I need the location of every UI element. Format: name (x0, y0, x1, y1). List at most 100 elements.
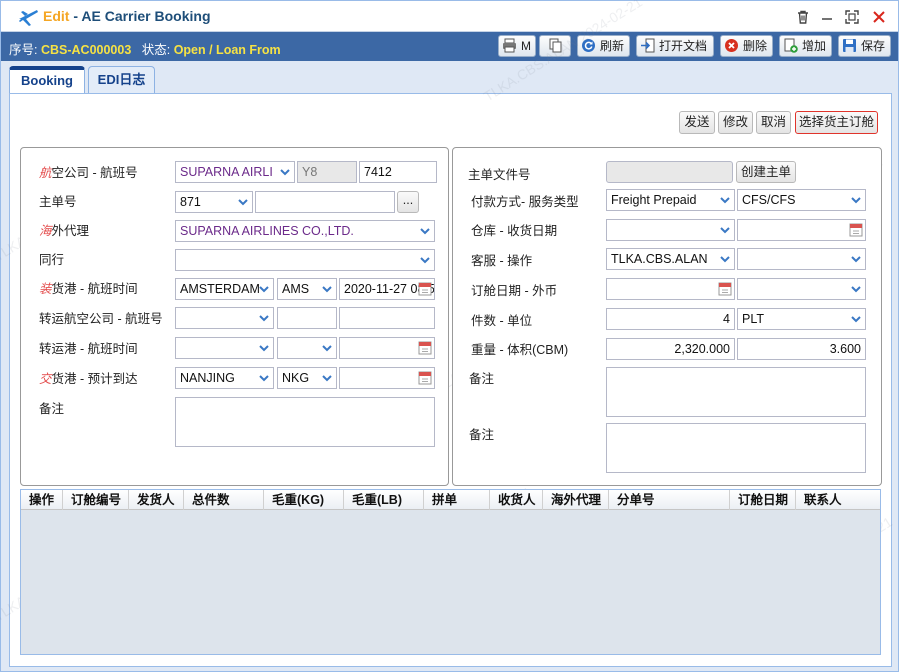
calendar-icon[interactable] (718, 281, 732, 296)
tab-booking[interactable]: Booking (9, 66, 85, 93)
chevron-down-icon (851, 316, 861, 323)
flight-no-input[interactable]: 7412 (359, 161, 437, 183)
mawb-lookup-button[interactable]: ... (397, 191, 419, 213)
calendar-icon[interactable] (418, 340, 432, 355)
operator-select[interactable] (737, 248, 866, 270)
info-bar: 序号: CBS-AC000003 状态: Open / Loan From M … (1, 32, 898, 61)
calendar-icon[interactable] (849, 222, 863, 237)
transfer-airline-label: 转运航空公司 - 航班号 (39, 312, 163, 326)
column-header[interactable]: 海外代理 (543, 490, 609, 510)
refresh-button[interactable]: 刷新 (577, 35, 630, 57)
weight-input[interactable]: 2,320.000 (606, 338, 735, 360)
transfer-airline-select[interactable] (175, 307, 274, 329)
save-icon (843, 39, 856, 52)
transfer-airline-code-input[interactable] (277, 307, 337, 329)
chevron-down-icon (238, 199, 248, 206)
add-button[interactable]: 增加 (779, 35, 832, 57)
delete-icon (725, 39, 738, 52)
receive-date-input[interactable] (737, 219, 866, 241)
maximize-icon[interactable] (844, 9, 860, 25)
chevron-down-icon (259, 315, 269, 322)
dest-port-select[interactable]: NANJING (175, 367, 274, 389)
save-button[interactable]: 保存 (838, 35, 891, 57)
left-remark-textarea[interactable] (175, 397, 435, 447)
open-doc-button[interactable]: 打开文档 (636, 35, 714, 57)
create-master-button[interactable]: 创建主单 (736, 161, 796, 183)
customer-service-select[interactable]: TLKA.CBS.ALAN (606, 248, 735, 270)
open-doc-icon (641, 38, 655, 53)
column-header[interactable]: 发货人 (129, 490, 184, 510)
unit-select[interactable]: PLT (737, 308, 866, 330)
peer-select[interactable] (175, 249, 435, 271)
warehouse-label: 仓库 - 收货日期 (471, 224, 558, 238)
right-remark1-label: 备注 (469, 372, 495, 386)
chevron-down-icon (259, 286, 269, 293)
column-header[interactable]: 分单号 (609, 490, 730, 510)
overseas-agent-select[interactable]: SUPARNA AIRLINES CO.,LTD. (175, 220, 435, 242)
column-header[interactable]: 订舱日期 (730, 490, 796, 510)
cancel-button[interactable]: 取消 (756, 111, 791, 134)
column-header[interactable]: 操作 (21, 490, 63, 510)
transfer-flight-no-input[interactable] (339, 307, 435, 329)
delete-button[interactable]: 删除 (720, 35, 773, 57)
airplane-icon (19, 10, 38, 26)
close-icon[interactable] (871, 9, 887, 25)
chevron-down-icon (259, 345, 269, 352)
column-header[interactable]: 拼单 (424, 490, 490, 510)
mawb-label: 主单号 (39, 195, 77, 209)
printer-icon (503, 38, 516, 53)
service-type-select[interactable]: CFS/CFS (737, 189, 866, 211)
column-header[interactable]: 联系人 (796, 490, 880, 510)
transfer-port-select[interactable] (175, 337, 274, 359)
select-master-booking-button[interactable]: 选择货主订舱 (795, 111, 878, 134)
transfer-port-label: 转运港 - 航班时间 (39, 342, 138, 356)
column-header[interactable]: 毛重(KG) (264, 490, 344, 510)
refresh-icon (582, 39, 595, 52)
right-remark1-textarea[interactable] (606, 367, 866, 417)
right-remark2-textarea[interactable] (606, 423, 866, 473)
status-line: 序号: CBS-AC000003 状态: Open / Loan From (9, 39, 281, 58)
seq-value: CBS-AC000003 (40, 43, 132, 57)
seq-label: 序号: (9, 43, 38, 57)
eta-input[interactable] (339, 367, 435, 389)
transfer-time-input[interactable] (339, 337, 435, 359)
agent-label: 海外代理 (39, 224, 90, 238)
send-button[interactable]: 发送 (679, 111, 715, 134)
column-header[interactable]: 总件数 (184, 490, 264, 510)
booking-date-input[interactable] (606, 278, 735, 300)
transfer-port-code-select[interactable] (277, 337, 337, 359)
booking-grid: 操作 订舱编号 发货人 总件数 毛重(KG) 毛重(LB) 拼单 收货人 海外代… (20, 489, 881, 655)
minimize-icon[interactable] (819, 9, 835, 25)
currency-select[interactable] (737, 278, 866, 300)
tab-edi-log[interactable]: EDI日志 (88, 66, 155, 93)
volume-input[interactable]: 3.600 (737, 338, 866, 360)
mawb-prefix-select[interactable]: 871 (175, 191, 253, 213)
origin-time-input[interactable]: 2020-11-27 08:5 (339, 278, 435, 300)
warehouse-select[interactable] (606, 219, 735, 241)
booking-date-label: 订舱日期 - 外币 (471, 284, 558, 298)
print-button[interactable]: M (498, 35, 536, 57)
airline-code-field: Y8 (297, 161, 357, 183)
calendar-icon[interactable] (418, 281, 432, 296)
payment-select[interactable]: Freight Prepaid (606, 189, 735, 211)
pieces-input[interactable]: 4 (606, 308, 735, 330)
calendar-icon[interactable] (418, 370, 432, 385)
dest-label: 交货港 - 预计到达 (39, 372, 138, 386)
pieces-label: 件数 - 单位 (471, 314, 533, 328)
mawb-number-input[interactable] (255, 191, 395, 213)
copy-icon (549, 38, 562, 53)
master-file-label: 主单文件号 (468, 168, 531, 182)
modify-button[interactable]: 修改 (718, 111, 753, 134)
right-remark2-label: 备注 (469, 428, 495, 442)
origin-port-select[interactable]: AMSTERDAM (175, 278, 274, 300)
dest-code-select[interactable]: NKG (277, 367, 337, 389)
copy-button[interactable] (539, 35, 571, 57)
origin-code-select[interactable]: AMS (277, 278, 337, 300)
column-header[interactable]: 毛重(LB) (344, 490, 424, 510)
column-header[interactable]: 订舱编号 (63, 490, 129, 510)
chevron-down-icon (851, 286, 861, 293)
airline-select[interactable]: SUPARNA AIRLI (175, 161, 295, 183)
title-bar: Edit - AE Carrier Booking (1, 1, 898, 32)
trash-icon[interactable] (795, 9, 811, 25)
column-header[interactable]: 收货人 (490, 490, 543, 510)
